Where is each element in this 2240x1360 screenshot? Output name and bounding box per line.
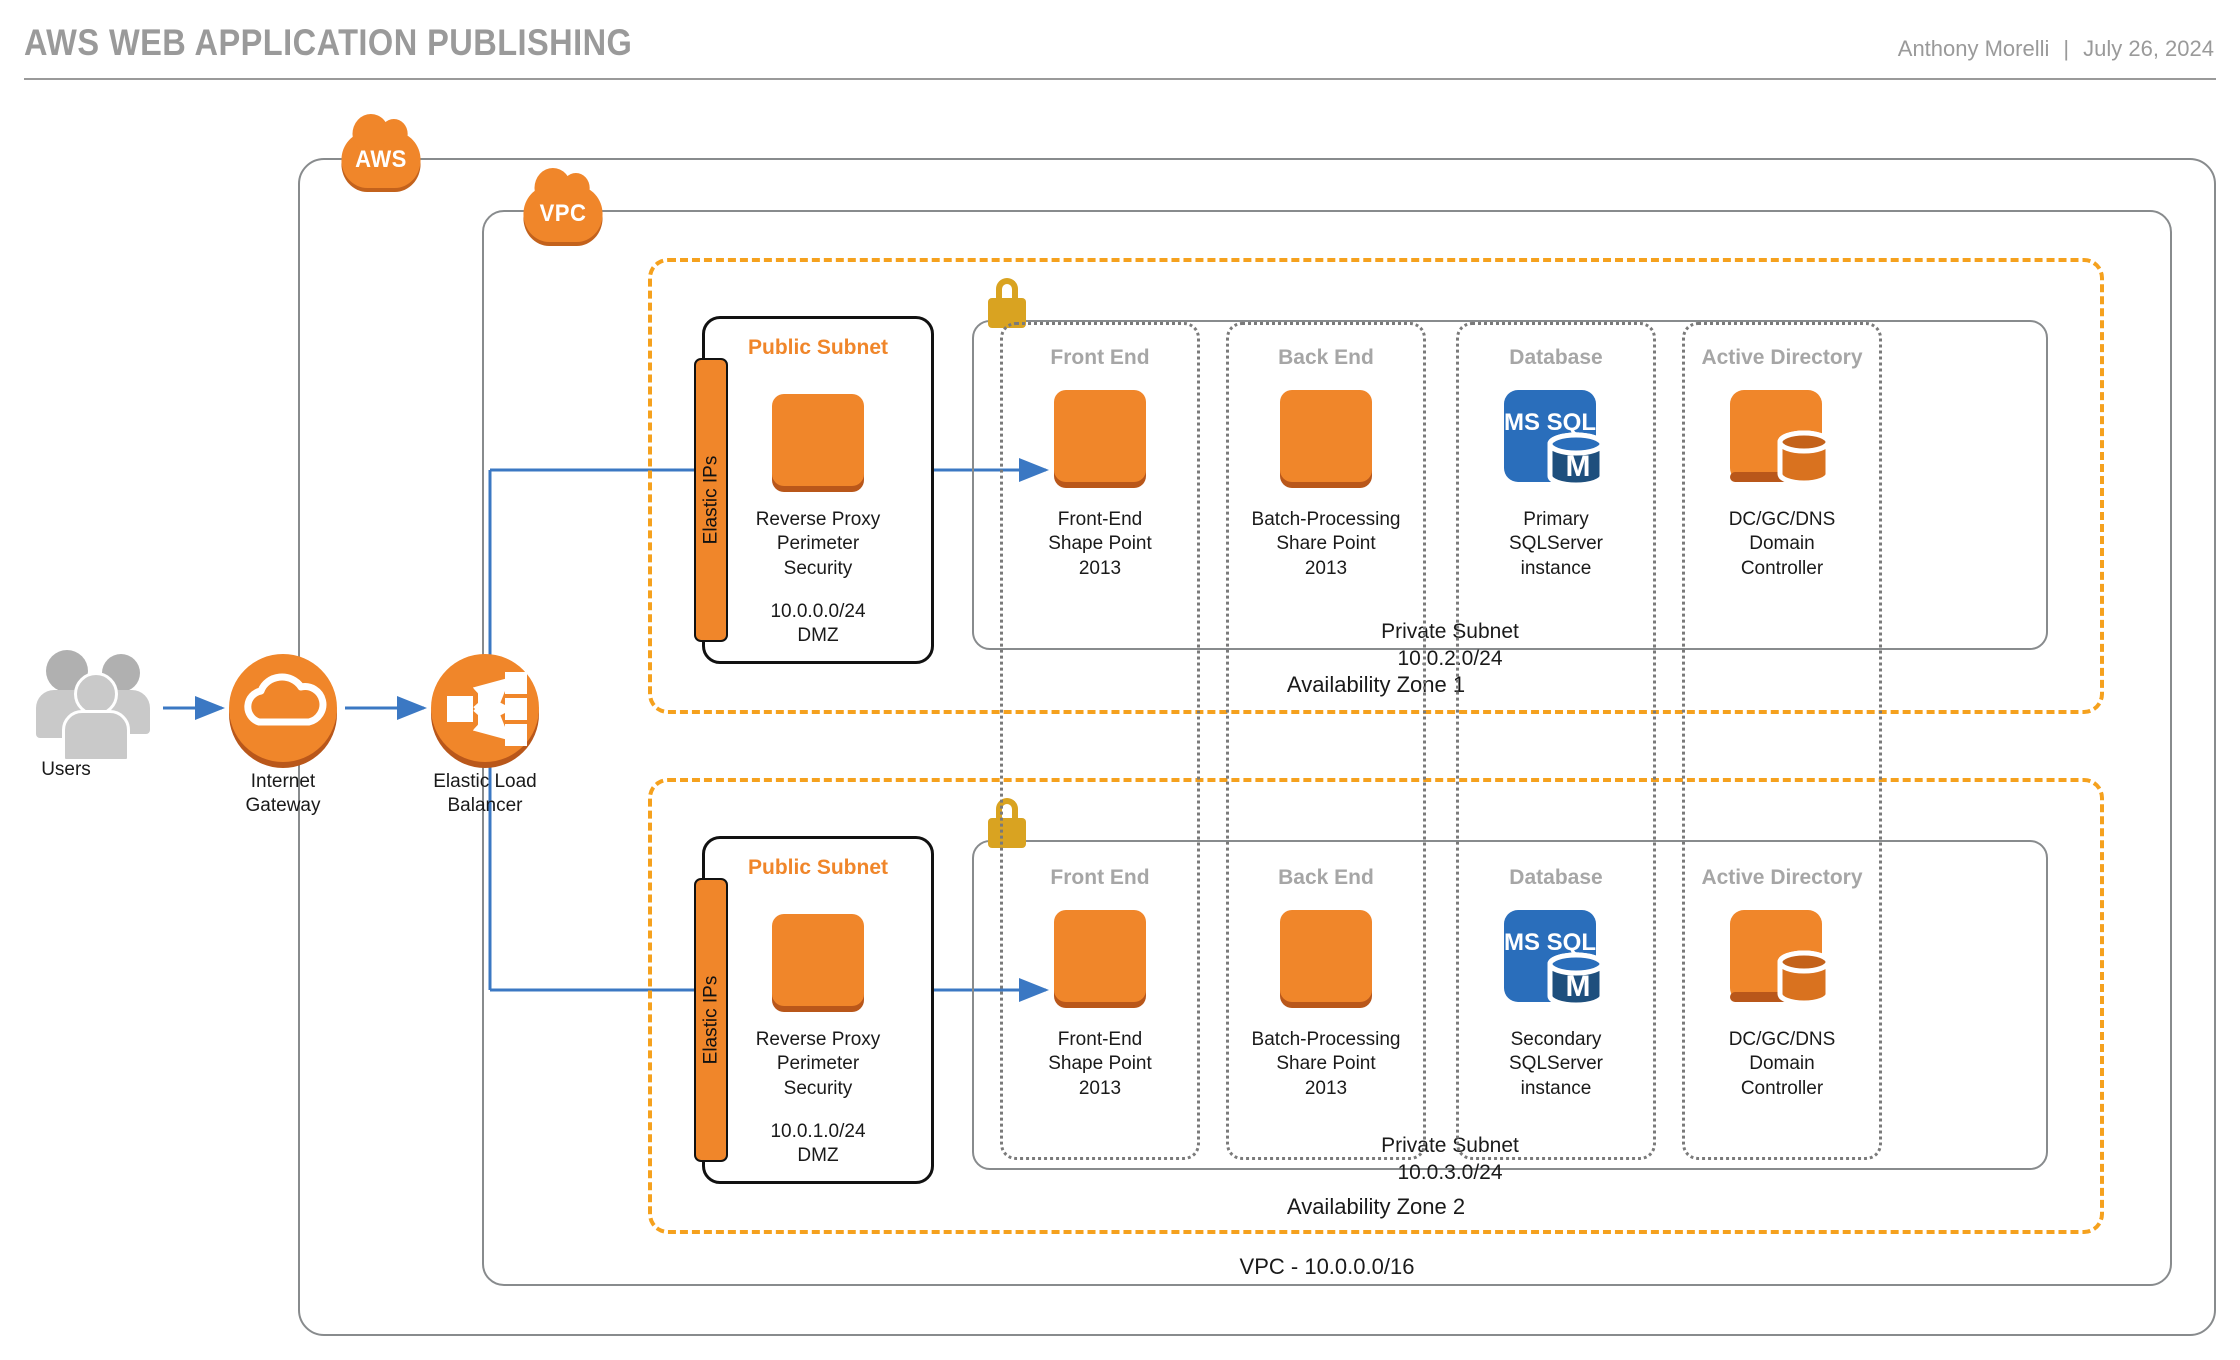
- column-title-back-end-az2: Back End: [1278, 866, 1374, 889]
- reverse-proxy-label-az2: Reverse Proxy Perimeter Security: [755, 1029, 881, 1099]
- elastic-ips-az2-label: Elastic IPs: [700, 975, 722, 1065]
- svg-text:M: M: [1566, 970, 1591, 1003]
- elastic-load-balancer-icon[interactable]: [431, 654, 539, 762]
- diagram-canvas: AWS WEB APPLICATION PUBLISHING Anthony M…: [0, 0, 2240, 1360]
- node-label-active-directory-az2: DC/GC/DNS Domain Controller: [1728, 1029, 1836, 1099]
- internet-gateway-icon[interactable]: [229, 654, 337, 762]
- column-title-database-az2: Database: [1509, 866, 1603, 889]
- public-subnet-az2-title: Public Subnet: [747, 856, 888, 879]
- reverse-proxy-label-az1: Reverse Proxy Perimeter Security: [755, 509, 881, 579]
- column-title-back-end-az1: Back End: [1278, 346, 1374, 369]
- column-title-front-end-az2: Front End: [1050, 866, 1150, 889]
- availability-zone-2-label: Availability Zone 2: [1286, 1194, 1466, 1219]
- internet-gateway-label: Internet Gateway: [245, 771, 321, 817]
- node-label-front-end-az2: Front-End Shape Point 2013: [1048, 1029, 1152, 1099]
- node-label-database-az1: Primary SQLServer instance: [1509, 509, 1603, 579]
- reverse-proxy-tile-az1[interactable]: [772, 394, 864, 486]
- lock-icon-az1: [988, 278, 1026, 328]
- mssql-icon-az1[interactable]: MS SQL M: [1500, 390, 1610, 499]
- svg-text:MS SQL: MS SQL: [1504, 929, 1596, 956]
- column-title-front-end-az1: Front End: [1050, 346, 1150, 369]
- elastic-ips-az1-label: Elastic IPs: [700, 455, 722, 545]
- column-title-active-directory-az1: Active Directory: [1701, 346, 1863, 369]
- reverse-proxy-tile-az2[interactable]: [772, 914, 864, 1006]
- node-label-back-end-az1: Batch-Processing Share Point 2013: [1251, 509, 1401, 579]
- orange-tile-front-end-az2[interactable]: [1054, 910, 1146, 1002]
- public-subnet-az2-cidr: 10.0.1.0/24 DMZ: [770, 1121, 866, 1167]
- node-label-database-az2: Secondary SQLServer instance: [1509, 1029, 1603, 1099]
- node-label-back-end-az2: Batch-Processing Share Point 2013: [1251, 1029, 1401, 1099]
- public-subnet-az1-cidr: 10.0.0.0/24 DMZ: [770, 601, 866, 647]
- orange-tile-back-end-az1[interactable]: [1280, 390, 1372, 482]
- svg-text:M: M: [1566, 450, 1591, 483]
- column-title-database-az1: Database: [1509, 346, 1603, 369]
- column-title-active-directory-az2: Active Directory: [1701, 866, 1863, 889]
- orange-tile-front-end-az1[interactable]: [1054, 390, 1146, 482]
- orange-tile-back-end-az2[interactable]: [1280, 910, 1372, 1002]
- node-label-active-directory-az1: DC/GC/DNS Domain Controller: [1728, 509, 1836, 579]
- node-label-front-end-az1: Front-End Shape Point 2013: [1048, 509, 1152, 579]
- domain-controller-icon-az1[interactable]: [1726, 390, 1836, 499]
- mssql-icon-az2[interactable]: MS SQL M: [1500, 910, 1610, 1019]
- users-label: Users: [41, 759, 91, 780]
- domain-controller-icon-az2[interactable]: [1726, 910, 1836, 1019]
- elastic-load-balancer-label: Elastic Load Balancer: [433, 771, 537, 817]
- public-subnet-az1-title: Public Subnet: [747, 336, 888, 359]
- svg-text:MS SQL: MS SQL: [1504, 409, 1596, 436]
- users-icon: [30, 648, 162, 766]
